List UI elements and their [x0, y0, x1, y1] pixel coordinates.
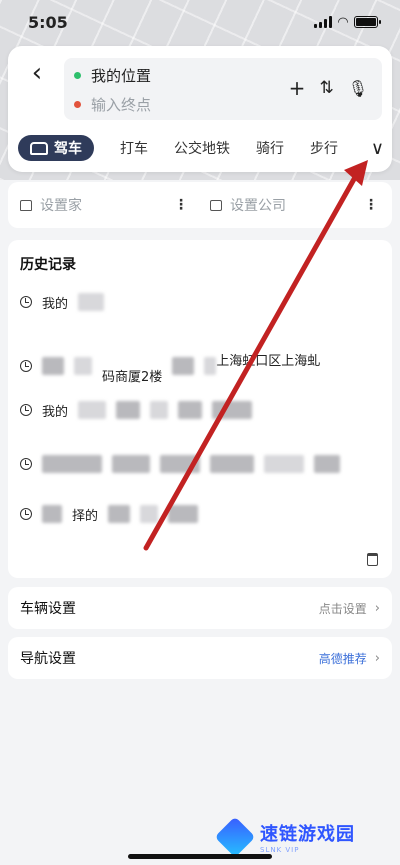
expand-tabs-chevron-down-icon[interactable]: ∨: [371, 138, 384, 159]
redacted-text: [108, 505, 131, 523]
navigation-settings-row[interactable]: 导航设置 高德推荐 ›: [8, 637, 392, 679]
set-company-item[interactable]: 设置公司 ⋮: [198, 195, 388, 215]
route-input-box: 我的位置 输入终点 + ⇅ 🎙: [64, 58, 382, 120]
set-home-item[interactable]: 设置家 ⋮: [8, 195, 198, 215]
watermark-text: 速链游戏园: [260, 824, 355, 845]
history-item-text-2: 上海虹口区上海虬: [216, 353, 321, 369]
redacted-text: [78, 401, 107, 419]
company-more-icon[interactable]: ⋮: [364, 197, 378, 213]
redacted-text: [42, 357, 64, 375]
redacted-text: [172, 357, 195, 375]
redacted-text: [116, 401, 141, 419]
end-point-field[interactable]: 输入终点: [74, 90, 151, 118]
tab-taxi[interactable]: 打车: [120, 138, 148, 158]
add-waypoint-icon[interactable]: +: [289, 76, 306, 100]
set-company-label: 设置公司: [230, 198, 286, 214]
clock-icon: [20, 458, 32, 470]
tab-transit[interactable]: 公交地铁: [174, 138, 230, 158]
travel-mode-tabs: 驾车 打车 公交地铁 骑行 步行 ∨: [18, 134, 388, 162]
history-item[interactable]: 择的: [20, 502, 199, 526]
status-time: 5:05: [28, 12, 68, 32]
status-indicators: ◠: [314, 14, 381, 30]
history-item-text: 我的: [42, 296, 69, 312]
redacted-text: [74, 357, 92, 375]
briefcase-icon: [210, 199, 222, 211]
redacted-text: [210, 455, 254, 473]
history-item[interactable]: 码商厦2楼 上海虹口区上海虬: [20, 346, 320, 386]
redacted-text: [168, 505, 199, 523]
signal-icon: [314, 16, 332, 28]
watermark-subtext: SLNK VIP: [260, 846, 300, 854]
swap-icon[interactable]: ⇅: [319, 78, 333, 98]
redacted-text: [42, 505, 62, 523]
chevron-right-icon: ›: [374, 650, 380, 666]
start-point-field[interactable]: 我的位置: [74, 61, 151, 89]
redacted-text: [150, 401, 169, 419]
route-actions: + ⇅ 🎙: [289, 76, 368, 100]
redacted-text: [212, 401, 253, 419]
end-dot-icon: [74, 100, 81, 108]
end-point-placeholder: 输入终点: [91, 95, 152, 114]
history-item-text: 码商厦2楼: [102, 369, 163, 385]
back-arrow-icon: ‹: [31, 58, 43, 88]
start-point-label: 我的位置: [91, 66, 152, 85]
redacted-text: [112, 455, 150, 473]
history-item[interactable]: [20, 452, 340, 476]
tab-cycling[interactable]: 骑行: [256, 138, 284, 158]
history-title: 历史记录: [20, 257, 76, 273]
tab-drive-label: 驾车: [54, 141, 82, 157]
chevron-right-icon: ›: [374, 600, 380, 616]
vehicle-settings-label: 车辆设置: [20, 601, 76, 617]
clock-icon: [20, 360, 32, 372]
home-more-icon[interactable]: ⋮: [174, 197, 188, 213]
history-item-text: 择的: [72, 508, 99, 524]
navigation-settings-label: 导航设置: [20, 651, 76, 667]
navigation-settings-value: 高德推荐: [318, 651, 367, 666]
back-button[interactable]: ‹: [22, 58, 52, 88]
tab-drive[interactable]: 驾车: [18, 135, 94, 161]
clock-icon: [20, 404, 32, 416]
start-dot-icon: [74, 71, 81, 79]
redacted-text: [78, 293, 105, 311]
redacted-text: [160, 455, 200, 473]
redacted-text: [204, 357, 217, 375]
watermark-logo-icon: [214, 816, 256, 858]
home-indicator: [128, 854, 272, 859]
home-icon: [20, 199, 32, 211]
redacted-text: [178, 401, 203, 419]
quick-addresses: 设置家 ⋮ 设置公司 ⋮: [8, 182, 392, 228]
redacted-text: [314, 455, 340, 473]
microphone-icon[interactable]: 🎙: [348, 79, 368, 98]
redacted-text: [264, 455, 304, 473]
clock-icon: [20, 296, 32, 308]
history-card: 历史记录 我的 码商厦2楼 上海虹口区上海虬 我的 择的: [8, 240, 392, 578]
trash-icon[interactable]: [367, 553, 378, 566]
vehicle-settings-value: 点击设置: [318, 601, 367, 616]
redacted-text: [140, 505, 159, 523]
car-icon: [30, 141, 48, 155]
tab-walk[interactable]: 步行: [310, 138, 338, 158]
vehicle-settings-row[interactable]: 车辆设置 点击设置 ›: [8, 587, 392, 629]
history-item[interactable]: 我的: [20, 398, 253, 422]
wifi-icon: ◠: [338, 14, 348, 30]
history-item-text: 我的: [42, 404, 69, 420]
clock-icon: [20, 508, 32, 520]
set-home-label: 设置家: [40, 198, 82, 214]
history-item[interactable]: 我的: [20, 290, 105, 314]
redacted-text: [42, 455, 102, 473]
battery-icon: [354, 16, 381, 28]
route-search-card: ‹ 我的位置 输入终点 + ⇅ 🎙 驾车 打车 公交地铁 骑行 步行 ∨: [8, 46, 392, 172]
status-bar: 5:05 ◠: [0, 0, 400, 44]
